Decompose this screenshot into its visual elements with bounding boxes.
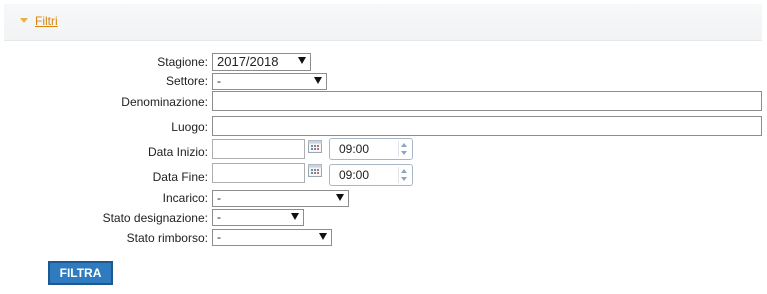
data-fine-input[interactable] [212,163,305,183]
spinner-down-icon[interactable] [401,151,407,155]
data-fine-time[interactable]: 09:00 [329,164,413,186]
incarico-select[interactable]: - [212,190,349,207]
data-inizio-input[interactable] [212,139,305,159]
stagione-label: Stagione: [157,55,208,69]
filtra-button[interactable]: FILTRA [48,261,113,285]
settore-select[interactable]: - [212,73,327,90]
calendar-icon[interactable] [308,164,322,177]
denominazione-label: Denominazione: [121,95,208,109]
filtri-toggle-link[interactable]: Filtri [35,14,58,28]
stato-designazione-value: - [217,210,221,224]
stato-rimborso-select[interactable]: - [212,229,332,246]
time-spinner[interactable] [398,141,410,157]
incarico-label: Incarico: [162,191,208,205]
chevron-down-icon [291,213,299,220]
spinner-up-icon[interactable] [401,169,407,173]
stagione-value: 2017/2018 [217,54,279,69]
data-inizio-time[interactable]: 09:00 [329,138,413,160]
filter-header: Filtri [4,4,762,41]
settore-value: - [217,74,221,88]
data-fine-time-value: 09:00 [339,168,370,182]
filter-panel: Filtri Stagione: 2017/2018 Settore: - De… [4,4,762,286]
stagione-select[interactable]: 2017/2018 [212,53,311,71]
chevron-down-icon [319,233,327,240]
triangle-down-icon[interactable] [18,14,30,26]
luogo-label: Luogo: [171,120,208,134]
chevron-down-icon [298,57,306,64]
denominazione-input[interactable] [212,91,762,111]
data-fine-label: Data Fine: [152,170,208,184]
data-inizio-label: Data Inizio: [147,145,208,159]
spinner-up-icon[interactable] [401,143,407,147]
settore-label: Settore: [165,74,208,88]
chevron-down-icon [314,77,322,84]
stato-rimborso-value: - [217,230,221,244]
incarico-value: - [217,191,221,205]
chevron-down-icon [336,194,344,201]
spinner-down-icon[interactable] [401,177,407,181]
data-inizio-time-value: 09:00 [339,142,370,156]
stato-rimborso-label: Stato rimborso: [126,231,208,245]
luogo-input[interactable] [212,116,762,136]
stato-designazione-select[interactable]: - [212,209,304,226]
calendar-icon[interactable] [308,140,322,153]
time-spinner[interactable] [398,167,410,183]
stato-designazione-label: Stato designazione: [102,211,208,225]
